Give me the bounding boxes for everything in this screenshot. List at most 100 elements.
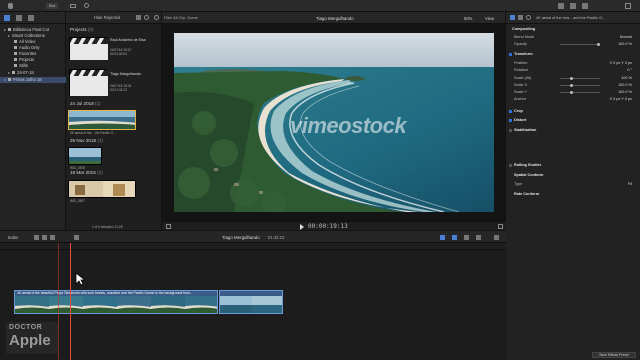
solo-icon[interactable] — [464, 235, 469, 240]
playhead[interactable] — [70, 243, 71, 360]
audio-icon[interactable] — [570, 3, 576, 9]
zoom-dropdown[interactable]: 50% — [464, 16, 472, 21]
scale-y-slider[interactable] — [560, 90, 600, 94]
key-icon[interactable] — [70, 4, 76, 8]
section-date[interactable]: 29 Nov 2018 (1) — [70, 138, 103, 143]
index-button[interactable]: Index — [8, 235, 18, 240]
rolling-shutter-section[interactable]: Rolling Shutter — [509, 162, 636, 168]
rotation-row[interactable]: Rotation 0 ° — [514, 67, 636, 73]
section-label: 18 Mar 2018 — [70, 170, 96, 175]
append-icon[interactable] — [34, 235, 39, 240]
apple-menu-icon[interactable] — [8, 3, 13, 9]
audio-skimming-icon[interactable] — [452, 235, 457, 240]
filmstrip-view-icon[interactable] — [136, 15, 141, 20]
scale-slider[interactable] — [560, 76, 600, 80]
snapping-icon[interactable] — [476, 235, 481, 240]
clip-caption: 4K aerial of the... the Pacific O... — [70, 131, 116, 135]
timeline-ruler[interactable] — [0, 243, 506, 250]
libraries-icon[interactable] — [4, 15, 10, 21]
checkbox[interactable] — [509, 128, 512, 132]
row-value[interactable]: 100 % — [621, 75, 632, 81]
row-value[interactable]: Normal — [620, 34, 632, 40]
event-item-selected[interactable]: Férias Julho 18 — [0, 77, 66, 83]
clip-thumbnail[interactable] — [68, 147, 102, 165]
select-tool-icon[interactable] — [74, 235, 79, 240]
library-icon[interactable] — [558, 3, 564, 9]
transform-icon[interactable] — [166, 224, 171, 229]
scale-x-row[interactable]: Scale X 100.0 % — [514, 82, 636, 88]
project-thumbnail[interactable] — [69, 69, 108, 96]
rate-conform-section[interactable]: Rate Conform — [514, 191, 636, 197]
checkmark-icon[interactable] — [84, 3, 89, 8]
row-value[interactable]: 100.0 % — [618, 89, 632, 95]
scale-y-row[interactable]: Scale Y 100.0 % — [514, 89, 636, 95]
clip-caption: IMG_0597 — [70, 199, 85, 203]
checkbox[interactable] — [509, 163, 512, 167]
section-projects[interactable]: Projects (2) — [70, 27, 94, 32]
filter-field[interactable]: Filter All Clip, Scene — [164, 16, 198, 20]
position-row[interactable]: Position X 0 px Y 0 px — [514, 60, 636, 66]
compositing-section[interactable]: Compositing — [512, 26, 634, 32]
row-value[interactable]: X 0 px Y 0 px — [610, 60, 632, 66]
section-date[interactable]: 24 Jul 2018 (1) — [70, 101, 101, 106]
checkbox[interactable] — [509, 118, 512, 122]
timeline-project-name: Tiago Mergulhando — [222, 235, 260, 240]
insert-icon[interactable] — [42, 235, 47, 240]
section-label: Projects — [70, 27, 87, 32]
skimming-icon[interactable] — [440, 235, 445, 240]
row-value[interactable]: Fit — [628, 181, 632, 187]
clip-thumbnail[interactable] — [68, 110, 136, 130]
timecode-display[interactable]: 00:00:19:13 — [308, 223, 348, 230]
section-count: (2) — [87, 27, 94, 32]
inspector-icon[interactable] — [582, 3, 588, 9]
row-value[interactable]: 100.0 % — [618, 82, 632, 88]
opacity-row[interactable]: Opacity 100.0 % — [514, 41, 636, 47]
fullscreen-icon[interactable] — [498, 224, 503, 229]
spatial-conform-section[interactable]: Spatial Conform — [514, 172, 636, 178]
clip-thumbnail[interactable] — [68, 180, 136, 198]
section-title: Transform — [514, 52, 533, 56]
collection-stills[interactable]: Stills — [14, 63, 28, 69]
project-duration: 00:00:00:04 — [110, 52, 127, 56]
photos-icon[interactable] — [16, 15, 22, 21]
row-value[interactable]: 100.0 % — [618, 41, 632, 47]
stabilization-section[interactable]: Stabilization — [509, 127, 636, 133]
interior-image — [69, 181, 135, 197]
audio-inspector-icon[interactable] — [518, 15, 523, 20]
toolbar-button[interactable]: Bra — [46, 3, 59, 9]
event-label: Férias Julho 18 — [13, 77, 42, 82]
section-label: 24 Jul 2018 — [70, 101, 94, 106]
opacity-slider[interactable] — [560, 42, 600, 46]
share-icon[interactable] — [625, 3, 631, 9]
section-date[interactable]: 18 Mar 2018 (2) — [70, 170, 103, 175]
video-inspector-icon[interactable] — [510, 15, 515, 20]
search-icon[interactable] — [154, 15, 159, 20]
type-row[interactable]: Type Fit — [514, 181, 636, 187]
save-effects-preset-button[interactable]: Save Effects Preset — [592, 352, 636, 358]
blend-mode-row[interactable]: Blend Mode Normal — [514, 34, 636, 40]
distort-section[interactable]: Distort — [509, 117, 636, 123]
clip-filmstrip — [220, 296, 282, 313]
scale-all-row[interactable]: Scale (All) 100 % — [514, 75, 636, 81]
row-label: Rotation — [514, 68, 529, 72]
view-dropdown[interactable]: View — [485, 16, 494, 21]
info-inspector-icon[interactable] — [526, 15, 531, 20]
event-item[interactable]: 24-07-18 — [8, 70, 34, 76]
timeline-clip[interactable] — [219, 290, 283, 314]
checkbox[interactable] — [509, 52, 512, 56]
row-value[interactable]: X 0 px Y 0 px — [610, 96, 632, 102]
anchor-row[interactable]: Anchor X 0 px Y 0 px — [514, 96, 636, 102]
project-thumbnail[interactable] — [69, 37, 108, 60]
timeline-clip[interactable]: 4K aerial of the beautiful Playa Tamarin… — [14, 290, 218, 314]
row-value[interactable]: 0 ° — [627, 67, 632, 73]
scale-x-slider[interactable] — [560, 83, 600, 87]
titles-icon[interactable] — [28, 15, 34, 21]
checkbox[interactable] — [509, 109, 512, 113]
clip-appearance-icon[interactable] — [494, 235, 499, 240]
row-label: Position — [514, 61, 528, 65]
sidebar-toolbar — [0, 12, 65, 24]
overwrite-icon[interactable] — [50, 235, 55, 240]
transform-section[interactable]: Transform — [509, 51, 636, 57]
crop-section[interactable]: Crop — [509, 108, 636, 114]
gear-icon[interactable] — [144, 15, 149, 20]
